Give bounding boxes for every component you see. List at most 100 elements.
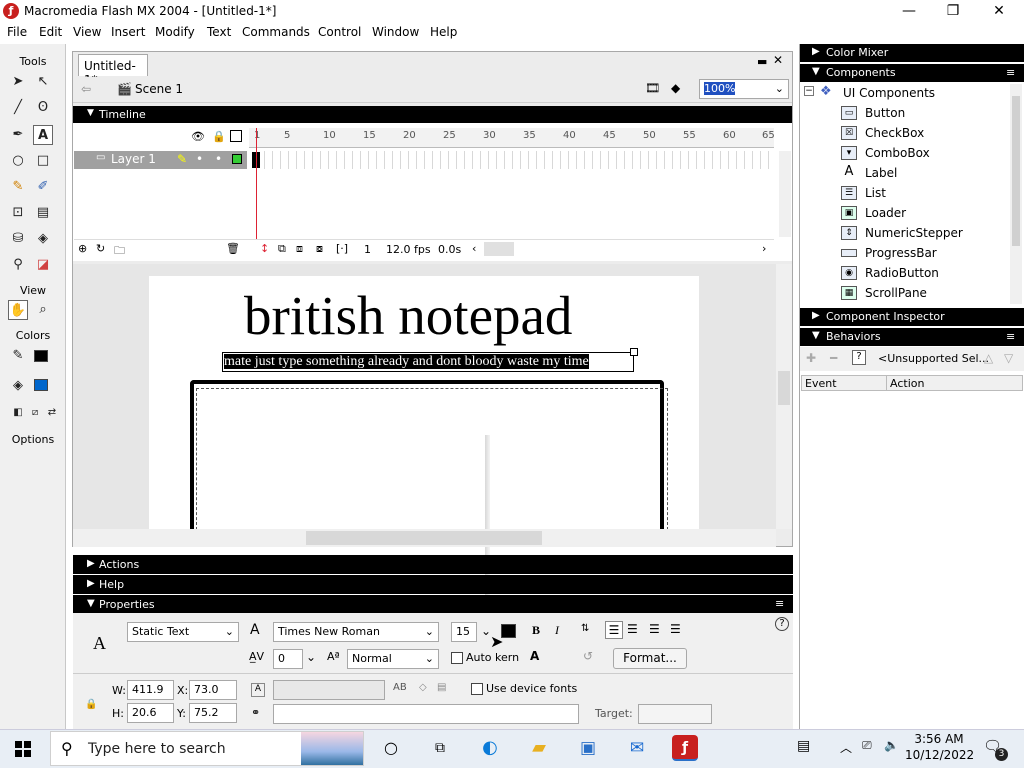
start-button[interactable] bbox=[0, 729, 46, 768]
x-field[interactable]: 73.0 bbox=[189, 680, 237, 700]
vscroll-thumb[interactable] bbox=[1012, 96, 1020, 246]
outline-icon[interactable] bbox=[230, 130, 242, 142]
store-icon[interactable]: ▣ bbox=[575, 735, 601, 761]
anti-alias-icon[interactable]: A bbox=[530, 649, 539, 663]
fill-transform-tool-icon[interactable]: ▤ bbox=[33, 203, 53, 223]
menu-help[interactable]: Help bbox=[430, 25, 457, 39]
frame-cells[interactable] bbox=[249, 151, 774, 169]
move-down-icon[interactable]: ▽ bbox=[1004, 351, 1013, 365]
properties-panel-bar[interactable]: ▼ Properties ≡ bbox=[73, 595, 793, 614]
menu-file[interactable]: File bbox=[7, 25, 27, 39]
width-field[interactable]: 411.9 bbox=[127, 680, 174, 700]
menu-insert[interactable]: Insert bbox=[111, 25, 145, 39]
help-panel-bar[interactable]: ▶ Help bbox=[73, 575, 793, 594]
panel-menu-icon[interactable]: ≡ bbox=[1006, 66, 1015, 79]
edit-multiple-icon[interactable]: ⧇ bbox=[316, 242, 323, 256]
edge-icon[interactable]: ◐ bbox=[477, 735, 503, 761]
pencil-tool-icon[interactable]: ✎ bbox=[8, 177, 28, 197]
italic-icon[interactable]: I bbox=[555, 623, 559, 638]
lock-icon[interactable]: 🔒 bbox=[85, 699, 97, 710]
flash-taskbar-icon[interactable]: ƒ bbox=[672, 735, 698, 761]
menu-view[interactable]: View bbox=[73, 25, 101, 39]
cortana-icon[interactable]: ○ bbox=[378, 735, 404, 761]
edit-symbols-icon[interactable]: ◆ bbox=[671, 81, 680, 95]
render-html-icon[interactable]: AB bbox=[393, 682, 407, 693]
timeline-header[interactable]: ▼ Timeline bbox=[73, 106, 792, 123]
layer-row[interactable]: ▭ Layer 1 ✎ • • bbox=[74, 151, 247, 169]
zoom-select[interactable]: 100% ⌄ bbox=[699, 79, 789, 99]
subselect-tool-icon[interactable]: ↖ bbox=[33, 72, 53, 92]
scroll-right-icon[interactable]: › bbox=[762, 242, 766, 255]
show-border-icon[interactable]: ◇ bbox=[419, 682, 427, 693]
edit-scene-icon[interactable]: 🎞 bbox=[645, 81, 660, 95]
pen-tool-icon[interactable]: ✒ bbox=[8, 125, 28, 145]
chevron-up-icon[interactable]: ︿ bbox=[840, 739, 852, 756]
component-item[interactable]: List bbox=[865, 186, 886, 200]
swap-colors-icon[interactable]: ⇄ bbox=[42, 403, 62, 423]
device-fonts-checkbox[interactable] bbox=[471, 683, 483, 695]
volume-icon[interactable]: 🔈 bbox=[884, 738, 899, 752]
add-folder-icon[interactable]: 🗀 bbox=[114, 242, 125, 261]
component-item[interactable]: NumericStepper bbox=[865, 226, 963, 240]
panel-menu-icon[interactable]: ≡ bbox=[775, 597, 784, 610]
ink-bottle-tool-icon[interactable]: ⛁ bbox=[8, 229, 28, 249]
component-item[interactable]: ProgressBar bbox=[865, 246, 937, 260]
menu-text[interactable]: Text bbox=[207, 25, 231, 39]
menu-modify[interactable]: Modify bbox=[155, 25, 195, 39]
text-type-select[interactable]: Static Text ⌄ bbox=[127, 622, 239, 642]
onion-outline-icon[interactable]: ⧈ bbox=[296, 242, 303, 256]
lock-dot-icon[interactable]: • bbox=[215, 152, 222, 166]
add-behavior-icon[interactable]: ✚ bbox=[806, 351, 816, 365]
visible-dot-icon[interactable]: • bbox=[196, 152, 203, 166]
tracking-field[interactable]: 0 bbox=[273, 649, 303, 669]
text-tool-icon[interactable]: A bbox=[33, 125, 53, 145]
components-bar[interactable]: ▼ Components ≡ bbox=[800, 64, 1024, 82]
taskbar-search[interactable]: ⚲ Type here to search bbox=[50, 731, 364, 766]
minimize-button[interactable]: — bbox=[886, 0, 932, 22]
y-field[interactable]: 75.2 bbox=[189, 703, 237, 723]
back-arrow-icon[interactable]: ⇦ bbox=[81, 82, 91, 96]
event-column[interactable]: Event bbox=[805, 377, 837, 390]
lasso-tool-icon[interactable]: ʘ bbox=[33, 98, 53, 118]
free-transform-tool-icon[interactable]: ⊡ bbox=[8, 203, 28, 223]
component-item[interactable]: CheckBox bbox=[865, 126, 924, 140]
tree-collapse-icon[interactable]: − bbox=[804, 86, 814, 96]
menu-window[interactable]: Window bbox=[372, 25, 419, 39]
align-right-icon[interactable]: ☰ bbox=[649, 622, 660, 636]
font-size-field[interactable]: 15 bbox=[451, 622, 477, 642]
taskbar-clock[interactable]: 3:56 AM 10/12/2022 bbox=[905, 731, 974, 763]
auto-kern-checkbox[interactable] bbox=[451, 652, 463, 664]
hand-tool-icon[interactable]: ✋ bbox=[8, 300, 28, 320]
component-item[interactable]: ScrollPane bbox=[865, 286, 927, 300]
paint-bucket-tool-icon[interactable]: ◈ bbox=[33, 229, 53, 249]
arrow-tool-icon[interactable]: ➤ bbox=[8, 72, 28, 92]
rectangle-tool-icon[interactable]: □ bbox=[33, 151, 53, 171]
stage-vscroll[interactable] bbox=[776, 264, 792, 529]
network-icon[interactable]: ⎚ bbox=[862, 738, 872, 753]
add-guide-icon[interactable]: ↻ bbox=[96, 242, 105, 255]
move-up-icon[interactable]: △ bbox=[984, 351, 993, 365]
playhead[interactable] bbox=[256, 128, 257, 252]
line-tool-icon[interactable]: ╱ bbox=[8, 98, 28, 118]
doc-minimize-icon[interactable]: ▬ bbox=[757, 55, 767, 68]
eye-icon[interactable]: 👁 bbox=[191, 130, 205, 143]
variable-icon[interactable]: ▤ bbox=[437, 682, 446, 693]
justify-icon[interactable]: ☰ bbox=[670, 622, 681, 636]
flash-app-icon[interactable]: ƒ bbox=[3, 3, 19, 19]
actions-panel-bar[interactable]: ▶ Actions bbox=[73, 555, 793, 574]
zoom-tool-icon[interactable]: ⌕ bbox=[33, 300, 53, 320]
timeline-vscroll[interactable] bbox=[779, 151, 791, 237]
scroll-left-icon[interactable]: ‹ bbox=[472, 242, 476, 255]
oval-tool-icon[interactable]: ○ bbox=[8, 151, 28, 171]
align-left-icon[interactable]: ☰ bbox=[605, 621, 623, 639]
color-mixer-bar[interactable]: ▶ Color Mixer bbox=[800, 44, 1024, 62]
selectable-icon[interactable]: A bbox=[251, 683, 265, 697]
stage-title-text[interactable]: british notepad bbox=[244, 284, 572, 347]
close-button[interactable]: ✕ bbox=[976, 0, 1022, 22]
chevron-down-icon[interactable]: ⌄ bbox=[306, 650, 316, 664]
center-frame-icon[interactable]: ↕ bbox=[260, 242, 269, 255]
document-tab[interactable]: Untitled-1* bbox=[78, 54, 148, 87]
align-center-icon[interactable]: ☰ bbox=[627, 622, 638, 636]
trash-icon[interactable]: 🗑 bbox=[226, 242, 240, 255]
component-item[interactable]: Button bbox=[865, 106, 905, 120]
